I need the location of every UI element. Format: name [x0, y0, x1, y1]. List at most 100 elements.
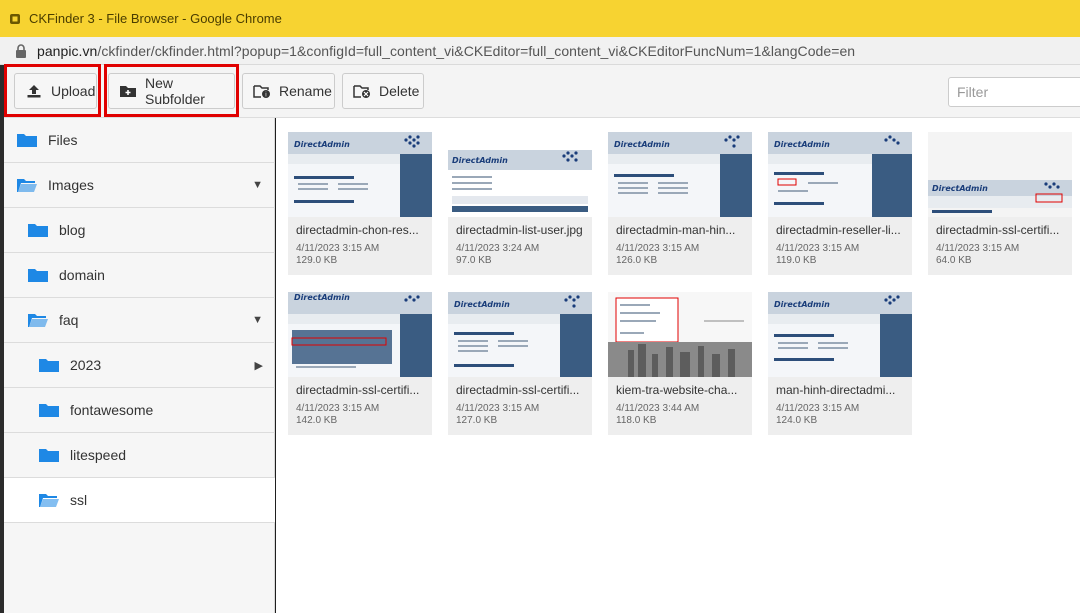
filter-input[interactable] [957, 84, 1077, 100]
file-size: 64.0 KB [936, 255, 972, 266]
rename-label: Rename [279, 83, 332, 99]
file-name: man-hinh-directadmi... [776, 383, 896, 397]
file-size: 142.0 KB [296, 415, 338, 426]
directadmin-logo-text: DirectAdmin [294, 293, 350, 302]
file-size: 127.0 KB [456, 415, 498, 426]
caret-down-icon[interactable]: ▼ [252, 179, 263, 191]
caret-down-icon[interactable]: ▼ [252, 314, 263, 326]
rename-icon: i [253, 82, 271, 100]
file-name: kiem-tra-website-cha... [616, 383, 738, 397]
file-size: 129.0 KB [296, 255, 338, 266]
tree-item-fontawesome[interactable]: fontawesome [4, 388, 275, 433]
window-title: CKFinder 3 - File Browser - Google Chrom… [29, 11, 282, 26]
tree-item-files[interactable]: Files [4, 118, 275, 163]
new-subfolder-label: New Subfolder [145, 75, 205, 107]
file-item[interactable]: kiem-tra-website-cha... 4/11/2023 3:44 A… [608, 292, 752, 435]
file-size: 97.0 KB [456, 255, 492, 266]
folder-plus-icon [119, 82, 137, 100]
file-item[interactable]: DirectAdmin directadmin-ssl-certifi... 4… [288, 292, 432, 435]
tree-item-label: domain [59, 267, 105, 283]
image-thumbnail: DirectAdmin [288, 292, 432, 377]
tree-item-blog[interactable]: blog [4, 208, 275, 253]
file-name: directadmin-reseller-li... [776, 223, 901, 237]
file-date: 4/11/2023 3:15 AM [776, 403, 860, 414]
file-name: directadmin-chon-res... [296, 223, 419, 237]
lock-icon [16, 43, 26, 58]
url-path: /ckfinder/ckfinder.html?popup=1&configId… [97, 42, 856, 59]
tree-item-litespeed[interactable]: litespeed [4, 433, 275, 478]
file-date: 4/11/2023 3:15 AM [936, 243, 1020, 254]
rename-button[interactable]: i Rename [242, 73, 335, 109]
folder-open-icon [39, 494, 59, 507]
upload-button[interactable]: Upload [14, 73, 97, 109]
directadmin-logo-text: DirectAdmin [454, 300, 510, 309]
folder-filled-icon [28, 269, 48, 282]
folder-tree: Files Images ▼ blog domain faq ▼ 2023 ▶ … [4, 118, 275, 613]
tree-item-images[interactable]: Images ▼ [4, 163, 275, 208]
tree-item-label: 2023 [70, 357, 102, 373]
image-thumbnail: DirectAdmin [448, 292, 592, 377]
upload-icon [25, 82, 43, 100]
folder-filled-icon [39, 359, 59, 372]
file-date: 4/11/2023 3:15 AM [616, 243, 700, 254]
tree-item-2023[interactable]: 2023 ▶ [4, 343, 275, 388]
address-bar[interactable]: panpic.vn/ckfinder/ckfinder.html?popup=1… [0, 37, 1080, 65]
tree-item-label: litespeed [70, 447, 127, 463]
image-thumbnail: DirectAdmin [928, 132, 1072, 217]
tree-item-label: ssl [70, 492, 88, 508]
file-item[interactable]: DirectAdmin directadmin-ssl-certifi... 4… [928, 132, 1072, 275]
file-item[interactable]: DirectAdmin man-hinh-directadmi... 4/11/… [768, 292, 912, 435]
file-date: 4/11/2023 3:24 AM [456, 243, 540, 254]
file-date: 4/11/2023 3:15 AM [776, 243, 860, 254]
tree-item-label: blog [59, 222, 86, 238]
tree-item-label: Files [48, 132, 78, 148]
file-date: 4/11/2023 3:44 AM [616, 403, 700, 414]
directadmin-logo-text: DirectAdmin [614, 140, 670, 149]
folder-filled-icon [39, 449, 59, 462]
tree-item-label: faq [59, 312, 79, 328]
file-name: directadmin-ssl-certifi... [936, 223, 1060, 237]
toolbar: Upload New Subfolder i Rename Delete [4, 65, 1080, 118]
directadmin-logo-text: DirectAdmin [452, 156, 508, 165]
image-thumbnail: DirectAdmin [768, 132, 912, 217]
tree-item-label: Images [48, 177, 94, 193]
ckfinder-app-icon [8, 12, 22, 26]
directadmin-logo-text: DirectAdmin [294, 140, 350, 149]
tree-item-domain[interactable]: domain [4, 253, 275, 298]
tree-item-faq[interactable]: faq ▼ [4, 298, 275, 343]
new-subfolder-button[interactable]: New Subfolder [108, 73, 235, 109]
folder-open-icon [17, 179, 37, 192]
file-name: directadmin-ssl-certifi... [456, 383, 580, 397]
browser-title-bar: CKFinder 3 - File Browser - Google Chrom… [0, 0, 1080, 37]
file-item[interactable]: DirectAdmin directadmin-ssl-certifi... 4… [448, 292, 592, 435]
file-item[interactable]: DirectAdmin directadmin-man-hin... 4/11/… [608, 132, 752, 275]
folder-filled-icon [28, 224, 48, 237]
file-item[interactable]: DirectAdmin directadmin-list-user.jpg 4/… [448, 132, 592, 275]
delete-button[interactable]: Delete [342, 73, 424, 109]
folder-open-icon [28, 314, 48, 327]
url-text[interactable]: panpic.vn/ckfinder/ckfinder.html?popup=1… [37, 43, 855, 59]
file-date: 4/11/2023 3:15 AM [456, 403, 540, 414]
image-thumbnail: DirectAdmin [448, 132, 592, 217]
directadmin-logo-text: DirectAdmin [932, 184, 988, 193]
tree-item-label: fontawesome [70, 402, 154, 418]
file-name: directadmin-ssl-certifi... [296, 383, 420, 397]
url-host: panpic.vn [37, 42, 98, 59]
file-date: 4/11/2023 3:15 AM [296, 403, 380, 414]
file-name: directadmin-list-user.jpg [456, 223, 583, 237]
file-name: directadmin-man-hin... [616, 223, 736, 237]
file-size: 126.0 KB [616, 255, 658, 266]
upload-label: Upload [51, 83, 96, 99]
filter-field[interactable] [948, 77, 1080, 107]
caret-right-icon[interactable]: ▶ [255, 359, 263, 372]
delete-label: Delete [379, 83, 420, 99]
file-size: 118.0 KB [616, 415, 657, 426]
file-item[interactable]: DirectAdmin directadmin-chon-res... 4/11… [288, 132, 432, 275]
file-grid: DirectAdmin directadmin-chon-res... 4/11… [276, 118, 1080, 613]
file-item[interactable]: DirectAdmin directadmin-reseller-li... 4… [768, 132, 912, 275]
folder-filled-icon [39, 404, 59, 417]
file-size: 124.0 KB [776, 415, 818, 426]
tree-item-ssl[interactable]: ssl [4, 478, 275, 523]
directadmin-logo-text: DirectAdmin [774, 300, 830, 309]
image-thumbnail: DirectAdmin [608, 132, 752, 217]
